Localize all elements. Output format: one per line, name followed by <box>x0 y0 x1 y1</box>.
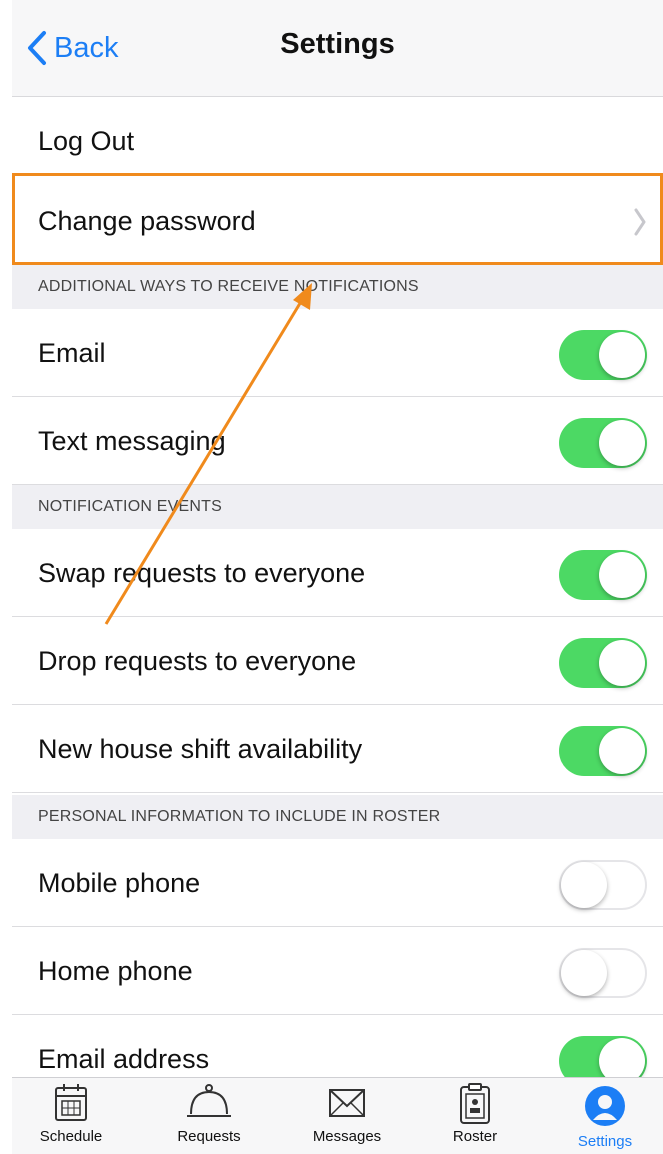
email-row: Email <box>12 309 663 397</box>
swap-requests-row: Swap requests to everyone <box>12 529 663 617</box>
logout-row[interactable]: Log Out <box>12 97 663 185</box>
toggle-knob <box>561 862 607 908</box>
change-password-row[interactable]: Change password <box>12 177 663 265</box>
section-header-events: NOTIFICATION EVENTS <box>12 485 663 529</box>
email-label: Email <box>38 338 106 368</box>
tab-label: Requests <box>177 1128 241 1145</box>
user-icon <box>585 1086 625 1126</box>
mobile-phone-label: Mobile phone <box>38 868 201 898</box>
text-messaging-row: Text messaging <box>12 397 663 485</box>
section-header-label: ADDITIONAL WAYS TO RECEIVE NOTIFICATIONS <box>38 278 419 295</box>
swap-requests-toggle[interactable] <box>559 550 647 600</box>
section-header-additional: ADDITIONAL WAYS TO RECEIVE NOTIFICATIONS <box>12 265 663 309</box>
envelope-icon <box>329 1089 365 1117</box>
tab-label: Schedule <box>39 1128 103 1145</box>
toggle-knob <box>599 332 645 378</box>
tab-roster[interactable]: Roster <box>420 1078 530 1154</box>
page-title: Settings <box>280 28 395 60</box>
toggle-knob <box>599 420 645 466</box>
tab-settings[interactable]: Settings <box>550 1078 660 1154</box>
tab-label: Messages <box>312 1128 382 1145</box>
toggle-knob <box>599 552 645 598</box>
toggle-knob <box>599 640 645 686</box>
tab-label: Roster <box>452 1128 498 1145</box>
tab-schedule[interactable]: Schedule <box>16 1078 126 1154</box>
service-bell-icon <box>187 1084 231 1117</box>
tab-label: Settings <box>577 1133 633 1150</box>
section-header-label: NOTIFICATION EVENTS <box>38 498 222 515</box>
home-phone-label: Home phone <box>38 956 193 986</box>
drop-requests-toggle[interactable] <box>559 638 647 688</box>
mobile-phone-row: Mobile phone <box>12 839 663 927</box>
chevron-right-icon <box>634 208 646 236</box>
house-shift-label: New house shift availability <box>38 734 363 764</box>
mobile-phone-toggle[interactable] <box>559 860 647 910</box>
toggle-knob <box>599 728 645 774</box>
home-phone-toggle[interactable] <box>559 948 647 998</box>
text-messaging-toggle[interactable] <box>559 418 647 468</box>
drop-requests-label: Drop requests to everyone <box>38 646 357 676</box>
logout-label: Log Out <box>38 126 135 156</box>
clipboard-icon <box>460 1083 490 1124</box>
drop-requests-row: Drop requests to everyone <box>12 617 663 705</box>
text-messaging-label: Text messaging <box>38 426 226 456</box>
tab-bar: Schedule Requests Messages Roster Settin… <box>12 1077 663 1154</box>
toggle-knob <box>561 950 607 996</box>
house-shift-row: New house shift availability <box>12 705 663 793</box>
home-phone-row: Home phone <box>12 927 663 1015</box>
section-header-label: PERSONAL INFORMATION TO INCLUDE IN ROSTE… <box>38 808 441 825</box>
navigation-bar: Back Settings <box>12 0 663 97</box>
section-header-personal: PERSONAL INFORMATION TO INCLUDE IN ROSTE… <box>12 795 663 839</box>
email-toggle[interactable] <box>559 330 647 380</box>
calendar-icon <box>55 1084 87 1121</box>
change-password-label: Change password <box>38 206 256 236</box>
tab-requests[interactable]: Requests <box>154 1078 264 1154</box>
tab-messages[interactable]: Messages <box>292 1078 402 1154</box>
swap-requests-label: Swap requests to everyone <box>38 558 366 588</box>
house-shift-toggle[interactable] <box>559 726 647 776</box>
